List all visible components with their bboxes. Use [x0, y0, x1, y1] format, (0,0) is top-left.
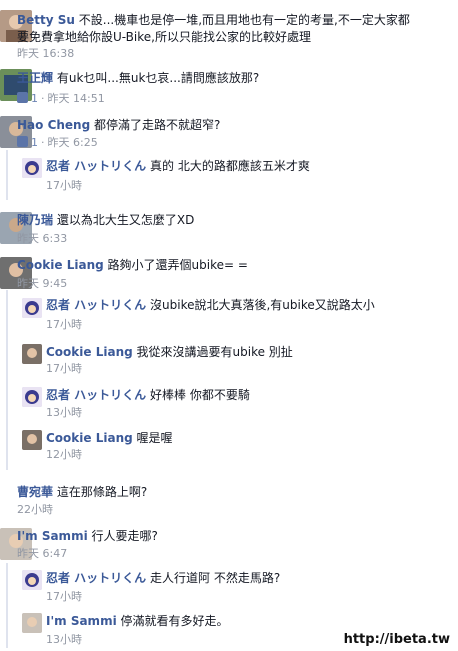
comment-text: 沒ubike說北大真落後,有ubike又說路太小 [150, 298, 375, 312]
comment-author[interactable]: Betty Su [17, 13, 75, 27]
comment-author[interactable]: Cookie Liang [46, 431, 133, 445]
comment-text: 還以為北大生又怎麼了XD [56, 213, 195, 227]
comment-timestamp[interactable]: 17小時 [46, 318, 82, 332]
comment-timestamp[interactable]: 昨天 14:51 [48, 92, 105, 105]
reply-thread-line [6, 563, 8, 648]
comment-text: 行人要走哪? [91, 529, 158, 543]
reply-thread-line [6, 290, 8, 470]
comment-author[interactable]: Cookie Liang [46, 345, 133, 359]
comment-author[interactable]: 忍者 ハットリくん [46, 159, 146, 173]
comment-timestamp[interactable]: 22小時 [17, 503, 53, 517]
comment-timestamp[interactable]: 昨天 6:33 [17, 232, 67, 246]
avatar[interactable] [22, 430, 42, 450]
comment-text: 路夠小了還弄個ubike= = [107, 258, 248, 272]
comment-author[interactable]: 王正輝 [17, 71, 53, 85]
avatar[interactable] [22, 613, 42, 633]
comment-author[interactable]: Hao Cheng [17, 118, 90, 132]
like-count[interactable]: 1 [31, 92, 38, 105]
comment-text: 我從來沒講過要有ubike 別扯 [136, 345, 293, 359]
avatar[interactable] [22, 298, 42, 318]
comment-timestamp[interactable]: 12小時 [46, 448, 82, 462]
comment-text: 好棒棒 你都不要騎 [150, 388, 250, 402]
comment-author[interactable]: 忍者 ハットリくん [46, 388, 146, 402]
watermark: http://ibeta.tw [343, 632, 450, 647]
comment-timestamp[interactable]: 17小時 [46, 179, 82, 193]
avatar[interactable] [22, 387, 42, 407]
comment-text: 這在那條路上啊? [56, 485, 148, 499]
comment-author[interactable]: Cookie Liang [17, 258, 104, 272]
comment-author[interactable]: I'm Sammi [17, 529, 88, 543]
comment-author[interactable]: 忍者 ハットリくん [46, 298, 146, 312]
comment-text: 都停滿了走路不就超窄? [94, 118, 221, 132]
reply-thread-line [6, 150, 8, 200]
comment-timestamp[interactable]: 13小時 [46, 406, 82, 420]
comment-author[interactable]: 陳乃瑞 [17, 213, 53, 227]
comment-timestamp[interactable]: 昨天 6:47 [17, 547, 67, 561]
avatar[interactable] [22, 570, 42, 590]
comment-timestamp[interactable]: 17小時 [46, 590, 82, 604]
comment-timestamp[interactable]: 昨天 16:38 [17, 47, 74, 61]
comment-text-continued: 要免費拿地給你設U-Bike,所以只能找公家的比較好處理 [17, 30, 311, 44]
comment-author[interactable]: 曹宛華 [17, 485, 53, 499]
avatar[interactable] [22, 344, 42, 364]
like-icon [17, 92, 28, 103]
comment-text: 不設...機車也是停一堆,而且用地也有一定的考量,不一定大家都 [78, 13, 410, 27]
comment-text: 走人行道阿 不然走馬路? [150, 571, 281, 585]
comment-timestamp[interactable]: 13小時 [46, 633, 82, 647]
comment-timestamp[interactable]: 昨天 9:45 [17, 277, 67, 291]
comment-timestamp[interactable]: 昨天 6:25 [48, 136, 98, 149]
avatar[interactable] [22, 158, 42, 178]
comment-timestamp[interactable]: 17小時 [46, 362, 82, 376]
comment-text: 真的 北大的路都應該五米才爽 [150, 159, 310, 173]
comment-text: 有uk乜叫...無uk乜哀...請問應該放那? [56, 71, 260, 85]
comment-author[interactable]: I'm Sammi [46, 614, 117, 628]
comment-author[interactable]: 忍者 ハットリくん [46, 571, 146, 585]
like-count[interactable]: 1 [31, 136, 38, 149]
comment-text: 喔是喔 [136, 431, 173, 445]
like-icon [17, 136, 28, 147]
comment-text: 停滿就看有多好走。 [120, 614, 229, 628]
